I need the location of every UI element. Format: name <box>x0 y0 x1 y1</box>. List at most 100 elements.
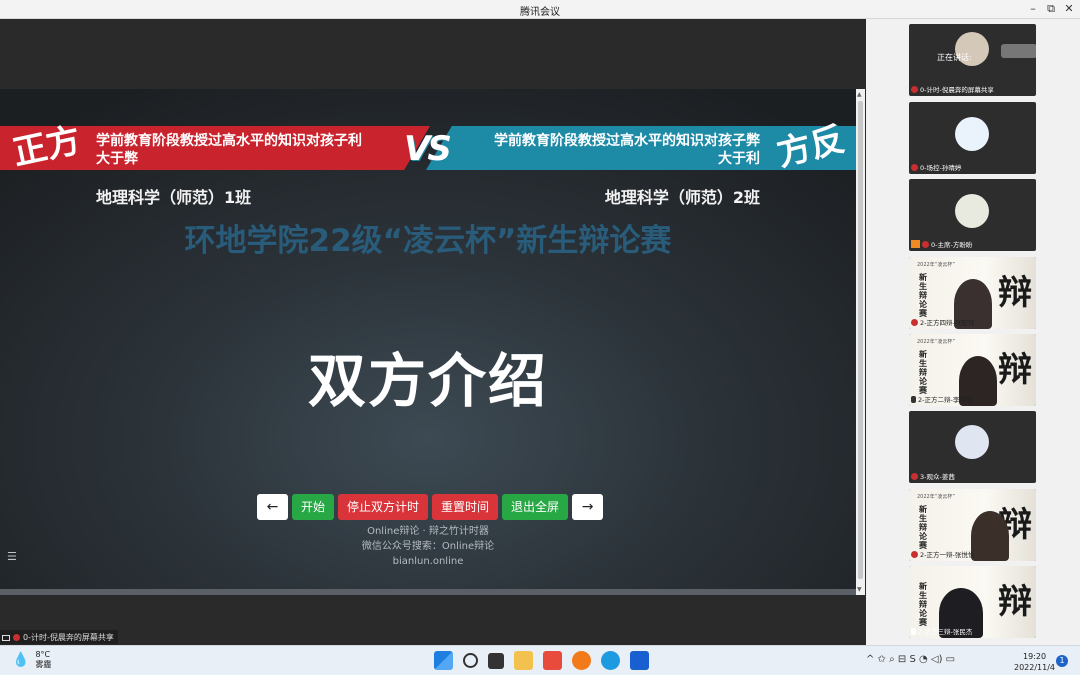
mic-icon <box>911 395 916 403</box>
muted-mic-icon <box>911 550 918 558</box>
prev-button[interactable]: ← <box>257 494 288 520</box>
pro-motion-line1: 学前教育阶段教授过高水平的知识对孩子利 <box>96 133 362 149</box>
participant-label: 0-场控-孙晴婷 <box>911 162 961 172</box>
scroll-down-icon[interactable]: ▼ <box>857 586 862 593</box>
participant-label: 0-主席-方盼盼 <box>911 239 972 249</box>
screen-share-icon <box>2 634 10 641</box>
window-titlebar: 腾讯会议 – ⧉ ✕ <box>0 0 1080 19</box>
notification-badge[interactable]: 1 <box>1056 655 1068 667</box>
participant-name: 3-观众-姜茜 <box>920 473 955 481</box>
firefox-icon[interactable] <box>572 651 591 670</box>
participant-tile[interactable]: 正在讲话: 0-计时-倪晨奔的屏幕共享 <box>909 24 1036 96</box>
timer-controls: ← 开始 停止双方计时 重置时间 退出全屏 → <box>257 494 604 520</box>
poster-header: 2022年“凌云杯” <box>917 262 955 268</box>
windows-taskbar: 💧 8°C 雾霾 ^ ✩ ⌕ ⊟ S ◔ ◁) ▭ 19:20 2022/11/… <box>0 645 1080 675</box>
menu-icon[interactable]: ☰ <box>7 550 17 563</box>
muted-mic-icon <box>911 472 918 480</box>
participant-name: 2-正方二辩-李慧丽 <box>918 396 973 404</box>
con-motion-line2: 大于利 <box>718 151 760 167</box>
participant-tile[interactable]: 3-观众-姜茜 <box>909 411 1036 483</box>
event-title: 环地学院22级“凌云杯”新生辩论赛 <box>184 223 672 259</box>
screen-share-label: 0-计时-倪晨奔的屏幕共享 <box>0 630 118 644</box>
participant-tile[interactable]: 0-主席-方盼盼 <box>909 179 1036 251</box>
muted-mic-icon <box>13 634 20 641</box>
file-explorer-icon[interactable] <box>514 651 533 670</box>
participant-tile[interactable]: 新生辩论赛 辩 2-正方三辩-张民杰 <box>909 566 1036 638</box>
participant-name: 0-计时-倪晨奔的屏幕共享 <box>920 86 994 94</box>
credits-line1: Online辩论 · 辩之竹计时器 <box>367 526 489 537</box>
horizontal-scrollbar[interactable] <box>0 589 856 595</box>
scroll-thumb[interactable] <box>858 101 863 579</box>
participant-tile[interactable]: 2022年“凌云杯” 新生辩论赛 辩 2-正方二辩-李慧丽 <box>909 334 1036 406</box>
participant-name: 2-正方四辩-张配锌 <box>920 319 975 327</box>
con-motion-line1: 学前教育阶段教授过高水平的知识对孩子弊 <box>494 133 760 149</box>
minimize-button[interactable]: – <box>1026 2 1040 15</box>
pro-motion: 学前教育阶段教授过高水平的知识对孩子利 大于弊 <box>96 132 406 168</box>
poster-big-char: 辩 <box>998 273 1032 313</box>
poster-vertical-text: 新生辩论赛 <box>919 505 927 550</box>
screen-share-label-text: 0-计时-倪晨奔的屏幕共享 <box>23 633 114 642</box>
reset-time-button[interactable]: 重置时间 <box>432 494 499 520</box>
weather-widget[interactable]: 💧 8°C 雾霾 <box>12 650 51 670</box>
participant-tile[interactable]: 0-场控-孙晴婷 <box>909 102 1036 174</box>
stop-both-timers-button[interactable]: 停止双方计时 <box>338 494 429 520</box>
clock-time: 19:20 <box>1022 652 1047 661</box>
participant-tile[interactable]: 2022年“凌云杯” 新生辩论赛 辩 2-正方四辩-张配锌 <box>909 257 1036 329</box>
pro-team-name: 地理科学（师范）1班 <box>96 188 252 207</box>
edge-icon[interactable] <box>601 651 620 670</box>
scroll-up-icon[interactable]: ▲ <box>857 91 862 98</box>
clock[interactable]: 19:20 2022/11/4 <box>1014 651 1055 673</box>
shared-screen-stage: 正方 方反 VS 学前教育阶段教授过高水平的知识对孩子利 大于弊 学前教育阶段教… <box>0 19 866 663</box>
vertical-scrollbar[interactable]: ▲ ▼ <box>856 89 865 595</box>
system-tray[interactable]: ^ ✩ ⌕ ⊟ S ◔ ◁) ▭ <box>866 654 955 665</box>
poster-big-char: 辩 <box>998 582 1032 622</box>
maximize-button[interactable]: ⧉ <box>1044 2 1058 16</box>
host-icon <box>911 240 920 248</box>
con-team-name: 地理科学（师范）2班 <box>604 188 760 207</box>
weather-temp: 8°C <box>35 650 51 659</box>
next-button[interactable]: → <box>572 494 604 520</box>
credits: Online辩论 · 辩之竹计时器 微信公众号搜索：Online辩论 bianl… <box>0 524 856 569</box>
participant-label: 3-观众-姜茜 <box>911 471 955 481</box>
credits-line3: bianlun.online <box>392 556 464 567</box>
credits-line2: 微信公众号搜索：Online辩论 <box>361 541 495 552</box>
task-view-icon[interactable] <box>488 653 504 669</box>
window-title: 腾讯会议 <box>520 7 560 18</box>
participant-label: 2-正方三辩-张民杰 <box>911 626 972 636</box>
weather-desc: 雾霾 <box>35 660 52 669</box>
muted-mic-icon <box>911 318 918 326</box>
vs-logo: VS <box>404 129 452 169</box>
participant-name: 2-正方一辩-张悦怡 <box>920 551 975 559</box>
participant-panel: 正在讲话: 0-计时-倪晨奔的屏幕共享 0-场控-孙晴婷 0-主席-方盼盼 20… <box>866 19 1080 645</box>
taskbar-apps <box>434 651 649 670</box>
phase-title: 双方介绍 <box>307 347 548 415</box>
poster-header: 2022年“凌云杯” <box>917 339 955 345</box>
app-icon[interactable] <box>543 651 562 670</box>
clock-date: 2022/11/4 <box>1014 663 1056 672</box>
blurred-overlay <box>1001 44 1036 58</box>
speaking-indicator: 正在讲话: <box>937 53 972 62</box>
avatar <box>955 194 989 228</box>
weather-icon: 💧 <box>12 652 30 668</box>
poster-vertical-text: 新生辩论赛 <box>919 350 927 395</box>
avatar <box>955 425 989 459</box>
participant-name: 0-场控-孙晴婷 <box>920 164 962 172</box>
poster-vertical-text: 新生辩论赛 <box>919 273 927 318</box>
tencent-meeting-icon[interactable] <box>630 651 649 670</box>
participant-label: 0-计时-倪晨奔的屏幕共享 <box>911 84 994 94</box>
close-button[interactable]: ✕ <box>1062 2 1076 15</box>
participant-label: 2-正方四辩-张配锌 <box>911 317 974 327</box>
participant-tile[interactable]: 2022年“凌云杯” 新生辩论赛 辩 2-正方一辩-张悦怡 <box>909 489 1036 561</box>
participant-video <box>971 511 1009 561</box>
poster-header: 2022年“凌云杯” <box>917 494 955 500</box>
search-icon[interactable] <box>463 653 478 668</box>
avatar <box>955 117 989 151</box>
exit-fullscreen-button[interactable]: 退出全屏 <box>502 494 569 520</box>
muted-mic-icon <box>922 240 929 248</box>
participant-name: 2-正方三辩-张民杰 <box>918 628 973 636</box>
muted-mic-icon <box>911 163 918 171</box>
start-icon[interactable] <box>434 651 453 670</box>
participant-label: 2-正方二辩-李慧丽 <box>911 394 972 404</box>
start-button[interactable]: 开始 <box>292 494 335 520</box>
muted-mic-icon <box>911 85 918 93</box>
